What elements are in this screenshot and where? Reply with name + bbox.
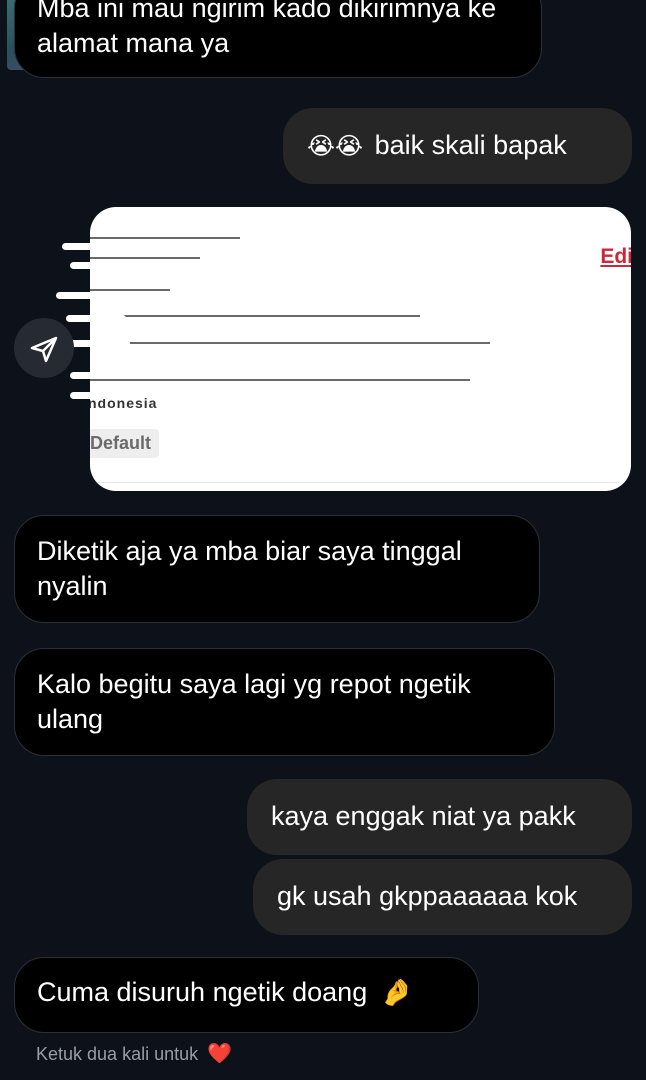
crying-emoji-icon: 😭😭 xyxy=(307,133,364,160)
incoming-message-1[interactable]: Mba ini mau ngirim kado dikirimnya ke al… xyxy=(14,0,542,78)
redacted-line xyxy=(90,257,200,259)
outgoing-message-5[interactable]: kaya enggak niat ya pakk xyxy=(247,779,632,855)
redacted-line xyxy=(90,379,470,381)
message-text: gk usah gkppaaaaaa kok xyxy=(277,881,578,911)
message-text: Mba ini mau ngirim kado dikirimnya ke al… xyxy=(37,0,497,58)
send-icon xyxy=(30,336,58,363)
pinched-fingers-emoji-icon: 🤌 xyxy=(380,977,414,1007)
message-text: Kalo begitu saya lagi yg repot ngetik ul… xyxy=(37,669,471,734)
message-text: Cuma disuruh ngetik doang xyxy=(37,977,368,1007)
shared-address-card[interactable]: Edi ndonesia Default xyxy=(90,207,631,491)
redaction-scribble xyxy=(62,243,142,250)
redacted-line xyxy=(90,342,490,344)
redacted-line xyxy=(90,237,240,239)
redaction-scribble xyxy=(70,372,110,379)
heart-icon: ❤️ xyxy=(207,1043,233,1065)
message-text: kaya enggak niat ya pakk xyxy=(271,801,576,831)
redacted-line xyxy=(90,315,420,317)
redaction-scribble xyxy=(70,262,130,269)
hint-text: Ketuk dua kali untuk xyxy=(36,1044,199,1064)
edit-address-link[interactable]: Edi xyxy=(600,245,631,269)
incoming-message-7[interactable]: Cuma disuruh ngetik doang 🤌 xyxy=(14,957,479,1033)
outgoing-message-6[interactable]: gk usah gkppaaaaaa kok xyxy=(253,859,632,935)
outgoing-message-2[interactable]: 😭😭 baik skali bapak xyxy=(283,108,632,184)
redaction-scribble xyxy=(70,392,110,399)
redaction-scribble xyxy=(66,315,126,322)
incoming-message-3[interactable]: Diketik aja ya mba biar saya tinggal nya… xyxy=(14,515,540,623)
message-text: baik skali bapak xyxy=(374,130,567,160)
default-badge: Default xyxy=(90,429,160,458)
incoming-message-4[interactable]: Kalo begitu saya lagi yg repot ngetik ul… xyxy=(14,648,555,756)
share-button[interactable] xyxy=(14,318,74,378)
double-tap-hint: Ketuk dua kali untuk ❤️ xyxy=(36,1041,232,1066)
card-divider xyxy=(90,482,617,483)
redaction-scribble xyxy=(56,292,126,299)
redacted-line xyxy=(90,289,170,291)
message-text: Diketik aja ya mba biar saya tinggal nya… xyxy=(37,536,462,601)
